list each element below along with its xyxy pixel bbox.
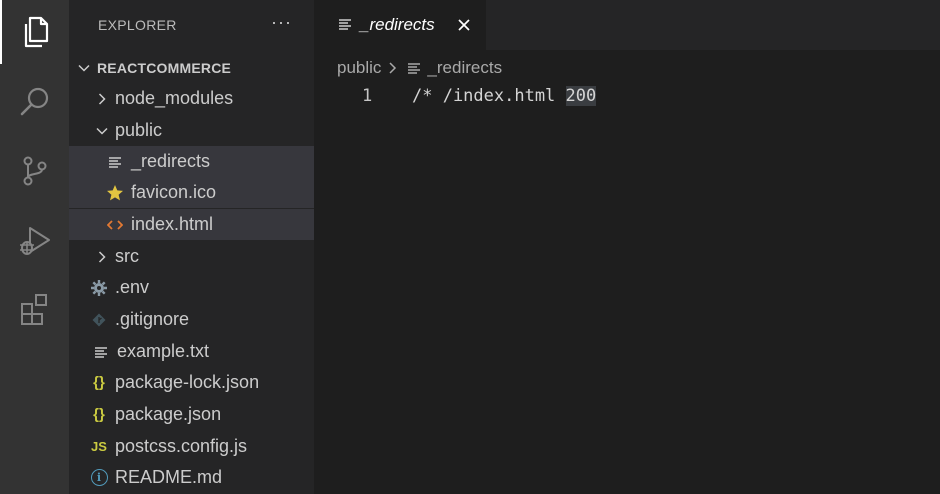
run-debug-activity-button[interactable] <box>0 209 69 273</box>
editor-area: _redirects public _redirects 1 /* /index… <box>314 0 940 494</box>
tree-file-index-html[interactable]: index.html <box>69 209 314 240</box>
tree-item-label: public <box>115 120 163 140</box>
source-control-icon <box>23 156 46 186</box>
chevron-down-icon <box>93 122 111 140</box>
tree-file-package-lock-json[interactable]: {} package-lock.json <box>69 367 314 398</box>
activity-bar <box>0 0 69 494</box>
extensions-icon <box>20 294 47 325</box>
tree-file-env[interactable]: .env <box>69 272 314 303</box>
tree-item-label: .env <box>115 277 150 297</box>
lines-icon <box>407 61 421 75</box>
tree-item-label: favicon.ico <box>131 182 217 202</box>
workspace-root-label: REACTCOMMERCE <box>97 59 232 76</box>
chevron-right-icon <box>387 61 399 75</box>
extensions-activity-button[interactable] <box>0 278 69 342</box>
code-text-main: /* /index.html <box>412 86 566 106</box>
tree-file-example-txt[interactable]: example.txt <box>69 336 314 367</box>
search-activity-button[interactable] <box>0 70 69 134</box>
tree-item-label: node_modules <box>115 88 234 108</box>
json-icon: {} <box>93 406 105 423</box>
breadcrumb: public _redirects <box>337 56 502 80</box>
tree-item-label: README.md <box>115 467 223 487</box>
tree-folder-src[interactable]: src <box>69 241 314 272</box>
more-actions-icon[interactable]: ··· <box>271 12 292 33</box>
lines-icon <box>105 152 125 172</box>
code-text[interactable]: /* /index.html 200 <box>412 86 597 106</box>
tree-item-label: .gitignore <box>115 309 190 329</box>
files-icon <box>24 16 48 48</box>
close-icon[interactable] <box>455 16 473 34</box>
explorer-sidebar: EXPLORER ··· REACTCOMMERCE node_modules … <box>69 0 314 494</box>
source-control-activity-button[interactable] <box>0 139 69 203</box>
tab-label: _redirects <box>360 15 435 34</box>
tree-file-gitignore[interactable]: .gitignore <box>69 304 314 335</box>
workspace-root[interactable]: REACTCOMMERCE <box>69 52 314 83</box>
gear-icon <box>89 278 109 298</box>
tree-file-package-json[interactable]: {} package.json <box>69 399 314 430</box>
code-line[interactable]: 1 /* /index.html 200 <box>314 83 940 109</box>
html-icon <box>105 215 125 235</box>
tree-item-label: example.txt <box>117 341 210 361</box>
tree-item-label: package.json <box>115 404 222 424</box>
tree-file-favicon[interactable]: favicon.ico <box>69 177 314 208</box>
json-icon: {} <box>93 374 105 391</box>
tree-item-label: src <box>115 246 139 266</box>
tree-file-postcss-config[interactable]: JS postcss.config.js <box>69 431 314 462</box>
tree-item-label: _redirects <box>131 151 211 171</box>
chevron-down-icon <box>75 59 93 77</box>
tree-folder-node-modules[interactable]: node_modules <box>69 83 314 114</box>
line-number: 1 <box>362 86 373 106</box>
explorer-header: EXPLORER ··· <box>69 0 314 50</box>
info-icon: i <box>89 468 109 488</box>
run-debug-icon <box>19 227 50 255</box>
tree-folder-public[interactable]: public <box>69 115 314 146</box>
lines-icon <box>91 342 111 362</box>
star-icon <box>105 183 125 203</box>
explorer-activity-button[interactable] <box>0 0 69 64</box>
chevron-right-icon <box>93 90 111 108</box>
tree-item-label: postcss.config.js <box>115 436 248 456</box>
breadcrumb-folder[interactable]: public <box>337 58 381 78</box>
explorer-title: EXPLORER <box>98 17 177 33</box>
tree-file-readme[interactable]: i README.md <box>69 462 314 493</box>
tree-file-redirects[interactable]: _redirects <box>69 146 314 177</box>
tree-item-label: index.html <box>131 214 214 234</box>
chevron-right-icon <box>93 248 111 266</box>
git-icon <box>89 310 109 330</box>
editor-tab-bar: _redirects <box>314 0 940 50</box>
tree-item-label: package-lock.json <box>115 372 260 392</box>
lines-icon <box>338 17 354 33</box>
breadcrumb-file[interactable]: _redirects <box>427 58 502 78</box>
tab-redirects[interactable]: _redirects <box>314 0 486 50</box>
code-text-highlight: 200 <box>565 86 597 106</box>
js-icon: JS <box>91 439 107 454</box>
search-icon <box>20 87 48 116</box>
